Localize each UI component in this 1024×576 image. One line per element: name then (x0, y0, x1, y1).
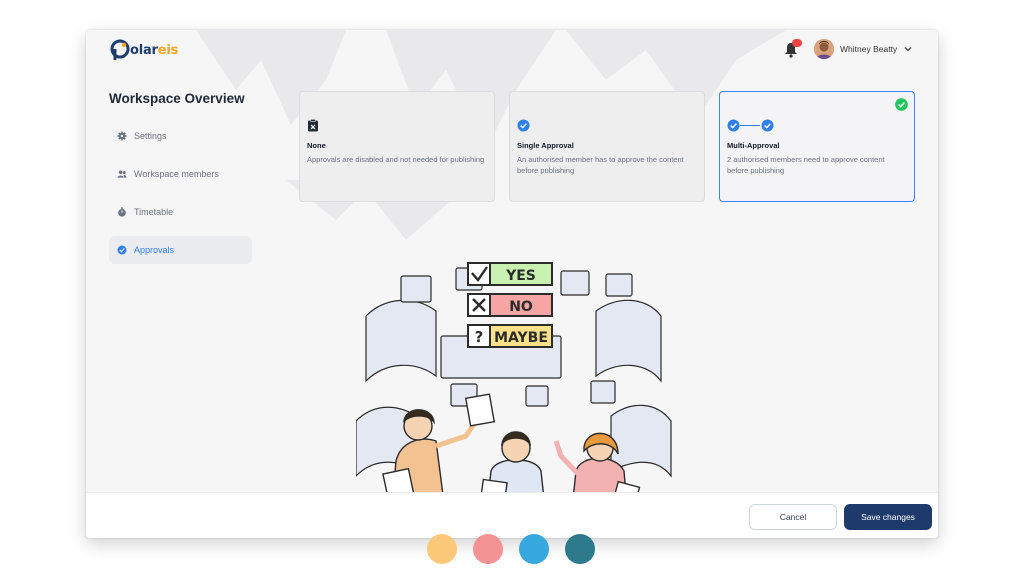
user-menu[interactable]: Whitney Beatty (814, 39, 913, 59)
sidebar-item-label: Workspace members (134, 169, 219, 179)
save-changes-button[interactable]: Save changes (844, 504, 932, 530)
notification-badge (792, 39, 802, 47)
palette-dot (427, 534, 457, 564)
approval-illustration: ? YES NO MAYBE (356, 262, 672, 518)
user-name: Whitney Beatty (840, 44, 898, 54)
card-title: None (307, 141, 326, 150)
footer-bar: Cancel Save changes (86, 492, 938, 538)
maybe-label: MAYBE (494, 330, 548, 346)
color-palette (427, 534, 595, 564)
card-description: 2 authorised members need to approve con… (727, 155, 885, 175)
approval-option-multi[interactable]: Multi-Approval 2 authorised members need… (719, 91, 915, 202)
check-circle-icon (517, 118, 697, 132)
stage: olareis Whitney Beatty Workspace Overvie… (0, 0, 1024, 576)
selected-check-icon (895, 98, 908, 111)
cancel-button[interactable]: Cancel (749, 504, 837, 530)
check-circle-icon (117, 245, 127, 255)
app-window: olareis Whitney Beatty Workspace Overvie… (86, 30, 938, 538)
sidebar-item-settings[interactable]: Settings (109, 122, 252, 150)
sidebar-item-approvals[interactable]: Approvals (109, 236, 252, 264)
page-title: Workspace Overview (109, 91, 245, 106)
sidebar-item-label: Approvals (134, 245, 175, 255)
clipboard-x-icon (307, 118, 487, 132)
polareis-logo[interactable]: olareis (110, 38, 178, 62)
card-description: An authorised member has to approve the … (517, 155, 684, 175)
double-check-icon (727, 118, 907, 132)
card-description: Approvals are disabled and not needed fo… (307, 155, 485, 164)
palette-dot (519, 534, 549, 564)
logo-mark-icon (110, 39, 130, 60)
sidebar-item-label: Settings (134, 131, 167, 141)
palette-dot (565, 534, 595, 564)
users-icon (117, 169, 127, 179)
top-bar: olareis Whitney Beatty (86, 30, 938, 72)
palette-dot (473, 534, 503, 564)
card-title: Multi-Approval (727, 141, 780, 150)
approval-option-single[interactable]: Single Approval An authorised member has… (509, 91, 705, 202)
chevron-down-icon (904, 47, 912, 52)
stopwatch-icon (117, 207, 127, 217)
approval-option-none[interactable]: None Approvals are disabled and not need… (299, 91, 495, 202)
yes-label: YES (505, 268, 536, 284)
logo-text: olareis (130, 42, 179, 58)
sidebar-item-timetable[interactable]: Timetable (109, 198, 252, 226)
notifications-button[interactable] (784, 39, 802, 59)
no-label: NO (509, 299, 533, 315)
avatar (814, 39, 834, 59)
card-title: Single Approval (517, 141, 574, 150)
gear-icon (117, 131, 127, 141)
sidebar-item-workspace-members[interactable]: Workspace members (109, 160, 252, 188)
sidebar-nav: Settings Workspace members Timetable App… (109, 122, 252, 274)
sidebar-item-label: Timetable (134, 207, 174, 217)
question-mark-label: ? (475, 328, 484, 346)
